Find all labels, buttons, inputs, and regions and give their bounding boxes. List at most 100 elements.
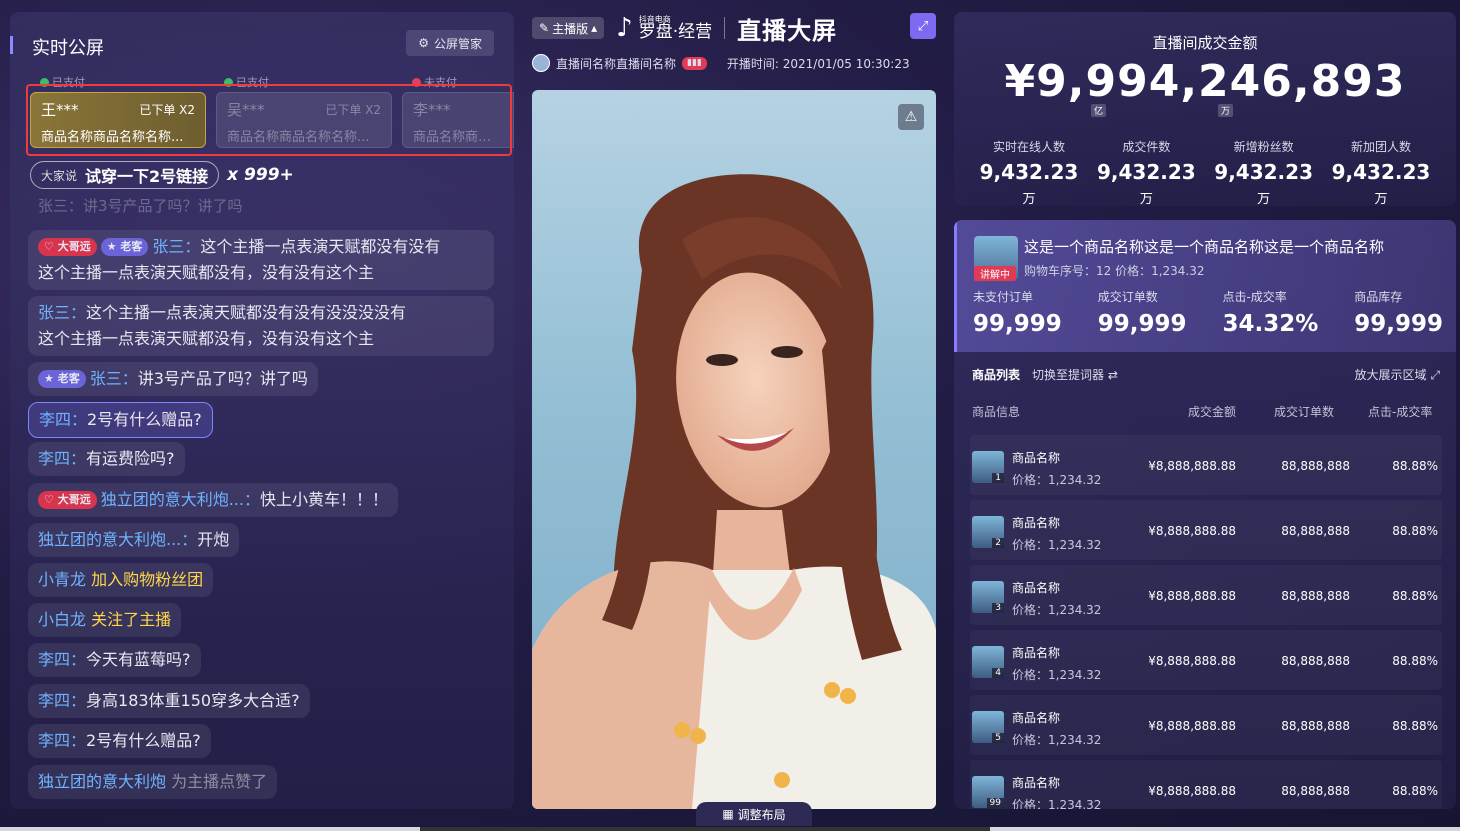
table-row[interactable]: 1 商品名称 价格：1,234.32 ¥8,888,888.88 88,888,88…	[970, 435, 1442, 495]
chat-message: 李四：今天有蓝莓吗?	[28, 643, 201, 677]
chat-user: 李四：	[38, 449, 87, 468]
swap-icon: ⇄	[1107, 368, 1118, 382]
hot-comment: 大家说 试穿一下2号链接 x 999+	[30, 161, 294, 189]
stat-stock: 商品库存 99,999	[1354, 290, 1443, 337]
gmv-value: ¥9,994,246,893	[1004, 56, 1406, 107]
version-switch[interactable]: ✎ 主播版 ▴	[532, 17, 605, 39]
col-amount: 成交金额	[1188, 405, 1237, 419]
chat-user: 张三：	[152, 237, 201, 256]
switch-prompter-button[interactable]: 切换至提词器 ⇄	[1032, 366, 1118, 383]
center-header: ✎ 主播版 ▴ ♪ 抖音电商 罗盘·经营 直播大屏	[532, 12, 936, 45]
brand-main: 罗盘·经营	[638, 21, 713, 42]
vip-badge: ♡ 大哥远	[38, 238, 97, 256]
product-thumbnail: 99	[972, 776, 1004, 808]
expand-area-button[interactable]: 放大展示区域 ⤢	[1355, 366, 1440, 383]
chat-action: 为主播点赞了	[171, 772, 268, 791]
product-thumbnail: 1	[972, 451, 1004, 483]
report-button[interactable]: ⚠	[898, 104, 924, 130]
fullscreen-icon: ⤢	[917, 18, 929, 34]
chat-text: 身高183体重150穿多大合适?	[86, 691, 300, 710]
adjust-layout-button[interactable]: ▦ 调整布局	[696, 802, 812, 826]
product-thumbnail: 5	[972, 711, 1004, 743]
brand-logo: 抖音电商 罗盘·经营	[638, 15, 713, 42]
product-list-header: 商品列表 切换至提词器 ⇄ 放大展示区域 ⤢	[972, 366, 1440, 383]
stat-online: 实时在线人数 9,432.23万	[979, 140, 1079, 207]
chat-text: 这个主播一点表演天赋都没有没有没没没没有	[86, 303, 407, 322]
page-title: 直播大屏	[737, 16, 838, 45]
live-icon: ▮▮▮	[682, 56, 707, 70]
table-row[interactable]: 3 商品名称 价格：1,234.32 ¥8,888,888.88 88,888,88…	[970, 565, 1442, 625]
chat-user: 张三：	[89, 369, 138, 388]
chat-message: ★ 老客 张三：讲3号产品了吗？讲了吗	[28, 362, 318, 396]
live-stats: 实时在线人数 9,432.23万 成交件数 9,432.23万 新增粉丝数 9,432…	[974, 138, 1436, 208]
avatar	[532, 54, 550, 72]
current-product[interactable]: 讲解中 这是一个商品名称这是一个商品名称这是一个商品名称 购物车序号：12 价格…	[954, 220, 1456, 352]
vip-badge: ♡ 大哥远	[38, 491, 97, 509]
chat-action: 关注了主播	[91, 610, 172, 629]
order-highlight-frame	[26, 84, 512, 156]
screen-manager-label: 公屏管家	[433, 36, 482, 51]
stat-conversion: 点击-成交率 34.32%	[1222, 290, 1319, 337]
chat-text: 有运费险吗?	[86, 449, 175, 468]
chat-user: 李四：	[38, 731, 87, 750]
room-info: 直播间名称直播间名称 ▮▮▮ 开播时间: 2021/01/05 10:30:23	[532, 54, 910, 72]
chat-message: ♡ 大哥远 独立团的意大利炮...：快上小黄车！！！	[28, 483, 398, 517]
col-rate: 点击-成交率	[1368, 405, 1433, 419]
streamer-video-frame	[532, 174, 936, 809]
divider	[724, 17, 726, 39]
unit-wan: 万	[1218, 104, 1234, 117]
stat-new-fans: 新增粉丝数 9,432.23万	[1214, 140, 1313, 207]
live-video[interactable]: ⚠	[532, 90, 936, 809]
list-title: 商品列表	[972, 368, 1021, 382]
chat-user: 李四：	[38, 691, 87, 710]
chat-user: 李四：	[38, 650, 87, 669]
chat-action: 加入购物粉丝团	[91, 570, 204, 589]
chat-message: 小青龙 加入购物粉丝团	[28, 563, 214, 597]
table-row[interactable]: 4 商品名称 价格：1,234.32 ¥8,888,888.88 88,888,88…	[970, 630, 1442, 690]
regular-badge: ★ 老客	[100, 238, 149, 256]
grid-icon: ▦	[722, 807, 734, 821]
chat-user: 独立团的意大利炮...：	[100, 490, 260, 509]
start-time: 开播时间: 2021/01/05 10:30:23	[726, 56, 910, 71]
explaining-badge: 讲解中	[974, 266, 1016, 281]
fullscreen-button[interactable]: ⤢	[910, 13, 936, 39]
product-panel: 讲解中 这是一个商品名称这是一个商品名称这是一个商品名称 购物车序号：12 价格…	[954, 220, 1456, 809]
chat-user: 独立团的意大利炮	[38, 772, 167, 791]
chat-text: 这个主播一点表演天赋都没有，没有没有这个主	[38, 329, 375, 348]
chat-message: 李四：2号有什么赠品?	[28, 724, 211, 758]
chat-message-selected[interactable]: 李四：2号有什么赠品?	[28, 402, 213, 438]
table-row[interactable]: 2 商品名称 价格：1,234.32 ¥8,888,888.88 88,888,88…	[970, 500, 1442, 560]
screen-manager-button[interactable]: ⚙ 公屏管家	[406, 30, 494, 56]
chat-message: ♡ 大哥远 ★ 老客 张三：这个主播一点表演天赋都没有没有这个主播一点表演天赋都没有…	[28, 230, 494, 290]
tiktok-logo-icon: ♪	[616, 13, 633, 43]
adjust-layout-label: 调整布局	[737, 807, 786, 822]
chat-message: 小白龙 关注了主播	[28, 603, 182, 637]
chat-message: 李四：有运费险吗?	[28, 442, 185, 476]
panel-title: 实时公屏	[10, 34, 104, 60]
chat-user: 张三：	[38, 303, 87, 322]
live-comment-panel: 实时公屏 ⚙ 公屏管家 已支付 已支付 未支付 王*** 已下单 X2 商品名称商…	[10, 12, 514, 809]
chat-text: 2号有什么赠品?	[87, 410, 202, 429]
stat-new-group: 新加团人数 9,432.23万	[1331, 140, 1431, 207]
regular-badge: ★ 老客	[38, 370, 86, 388]
stat-unpaid-orders: 未支付订单 99,999	[973, 290, 1062, 337]
chat-text: 这个主播一点表演天赋都没有，没有没有这个主	[38, 263, 375, 282]
table-row[interactable]: 99 商品名称 价格：1,234.32 ¥8,888,888.88 88,888,8…	[970, 760, 1442, 809]
current-product-meta: 购物车序号：12 价格：1,234.32	[1024, 264, 1205, 278]
room-name: 直播间名称直播间名称	[556, 56, 677, 71]
chat-text: 今天有蓝莓吗?	[86, 650, 191, 669]
chat-text: 这个主播一点表演天赋都没有没有	[200, 237, 441, 256]
current-product-stats: 未支付订单 99,999 成交订单数 99,999 点击-成交率 34.32% 商品库…	[973, 288, 1443, 337]
chat-message: 张三：这个主播一点表演天赋都没有没有没没没没有这个主播一点表演天赋都没有，没有没…	[28, 296, 494, 356]
gear-icon: ⚙	[418, 36, 429, 50]
horizontal-scrollbar[interactable]	[0, 827, 1460, 831]
table-row[interactable]: 5 商品名称 价格：1,234.32 ¥8,888,888.88 88,888,88…	[970, 695, 1442, 755]
hot-comment-pill: 大家说 试穿一下2号链接	[30, 161, 220, 189]
stat-items-sold: 成交件数 9,432.23万	[1096, 140, 1196, 207]
product-thumbnail: 3	[972, 581, 1004, 613]
gmv-panel: 直播间成交金额 ¥9,994,246,893 亿 万 实时在线人数 9,432.2…	[954, 12, 1456, 208]
chat-text: 开炮	[197, 530, 230, 549]
chat-text: 快上小黄车！！！	[259, 490, 388, 509]
chat-user: 独立团的意大利炮...：	[38, 530, 198, 549]
warning-icon: ⚠	[904, 109, 918, 125]
